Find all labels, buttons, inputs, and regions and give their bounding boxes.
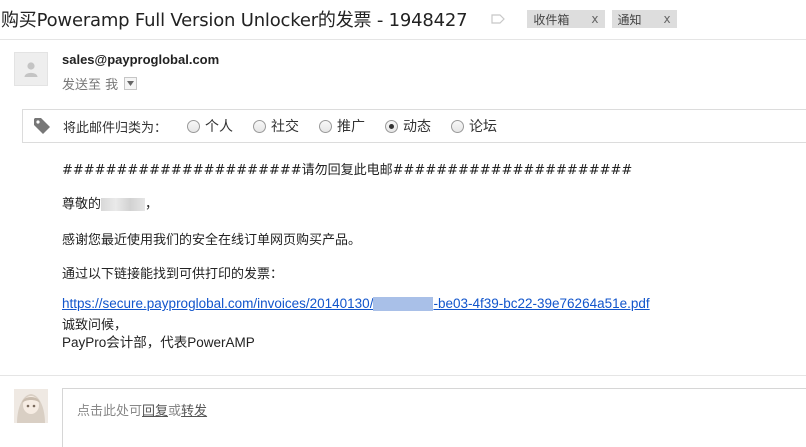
invoice-link-prefix: https://secure.payproglobal.com/invoices… — [62, 296, 374, 311]
category-label: 个人 — [205, 119, 234, 135]
reply-box[interactable]: 点击此处可回复或转发 — [62, 388, 806, 447]
reply-middle: 或 — [168, 404, 182, 419]
radio-button[interactable] — [319, 119, 333, 133]
no-reply-banner: ######################请勿回复此电邮###########… — [62, 163, 633, 178]
category-label: 推广 — [337, 119, 366, 135]
subject-row: 购买Poweramp Full Version Unlocker的发票 - 19… — [0, 4, 806, 34]
greeting: 尊敬的 ， — [62, 193, 158, 212]
invoice-intro: 通过以下链接能找到可供打印的发票： — [62, 267, 284, 282]
label-chip-inbox[interactable]: 收件箱 x — [527, 10, 605, 28]
thanks-text: 感谢您最近使用我们的安全在线订单网页购买产品。 — [62, 233, 362, 248]
forward-link[interactable]: 转发 — [181, 404, 207, 419]
tag-icon — [33, 117, 51, 135]
reply-prefix: 点击此处可 — [77, 404, 143, 419]
remove-label-icon[interactable]: x — [591, 12, 598, 26]
radio-button[interactable] — [253, 119, 267, 133]
categorize-prompt: 将此邮件归类为： — [63, 120, 168, 136]
categorize-bar: 将此邮件归类为： 个人 社交 推广 动态 论坛 — [22, 109, 806, 143]
reply-divider — [0, 375, 806, 376]
greeting-prefix: 尊敬的 — [62, 197, 102, 212]
label-chip-notifications[interactable]: 通知 x — [611, 10, 677, 28]
invoice-link-line: https://secure.payproglobal.com/invoices… — [62, 296, 650, 312]
sender-avatar — [14, 52, 48, 86]
category-option-forums[interactable]: 论坛 — [451, 116, 497, 136]
radio-button[interactable] — [451, 119, 465, 133]
signature: PayPro会计部，代表PowerAMP — [62, 335, 255, 350]
category-label: 动态 — [403, 119, 432, 135]
redacted-name — [101, 198, 146, 211]
label-chip-text: 通知 — [617, 12, 642, 27]
category-option-social[interactable]: 社交 — [253, 116, 299, 136]
category-option-promotions[interactable]: 推广 — [319, 116, 365, 136]
invoice-link[interactable]: https://secure.payproglobal.com/invoices… — [62, 296, 650, 312]
greeting-suffix: ， — [145, 197, 159, 212]
remove-label-icon[interactable]: x — [664, 12, 671, 26]
important-marker-icon[interactable] — [491, 14, 506, 24]
category-option-updates[interactable]: 动态 — [385, 116, 431, 136]
redacted-link-segment — [373, 297, 434, 312]
radio-button-checked[interactable] — [385, 119, 399, 133]
category-label: 论坛 — [469, 119, 498, 135]
reply-link[interactable]: 回复 — [142, 404, 168, 419]
person-icon — [24, 62, 38, 77]
details-dropdown-icon[interactable] — [124, 77, 138, 90]
sender-email[interactable]: sales@payproglobal.com — [62, 52, 219, 67]
category-option-personal[interactable]: 个人 — [187, 116, 233, 136]
label-chip-text: 收件箱 — [533, 12, 570, 27]
subject-divider — [0, 39, 806, 40]
email-subject: 购买Poweramp Full Version Unlocker的发票 - 19… — [1, 10, 468, 31]
category-label: 社交 — [271, 119, 300, 135]
recipient-line: 发送至 我 — [62, 74, 138, 93]
radio-button[interactable] — [187, 119, 201, 133]
recipient-text: 发送至 我 — [62, 78, 119, 93]
invoice-link-suffix: -be03-4f39-bc22-39e76264a51e.pdf — [433, 296, 650, 311]
reply-prompt: 点击此处可回复或转发 — [77, 400, 207, 419]
user-avatar — [14, 389, 48, 423]
